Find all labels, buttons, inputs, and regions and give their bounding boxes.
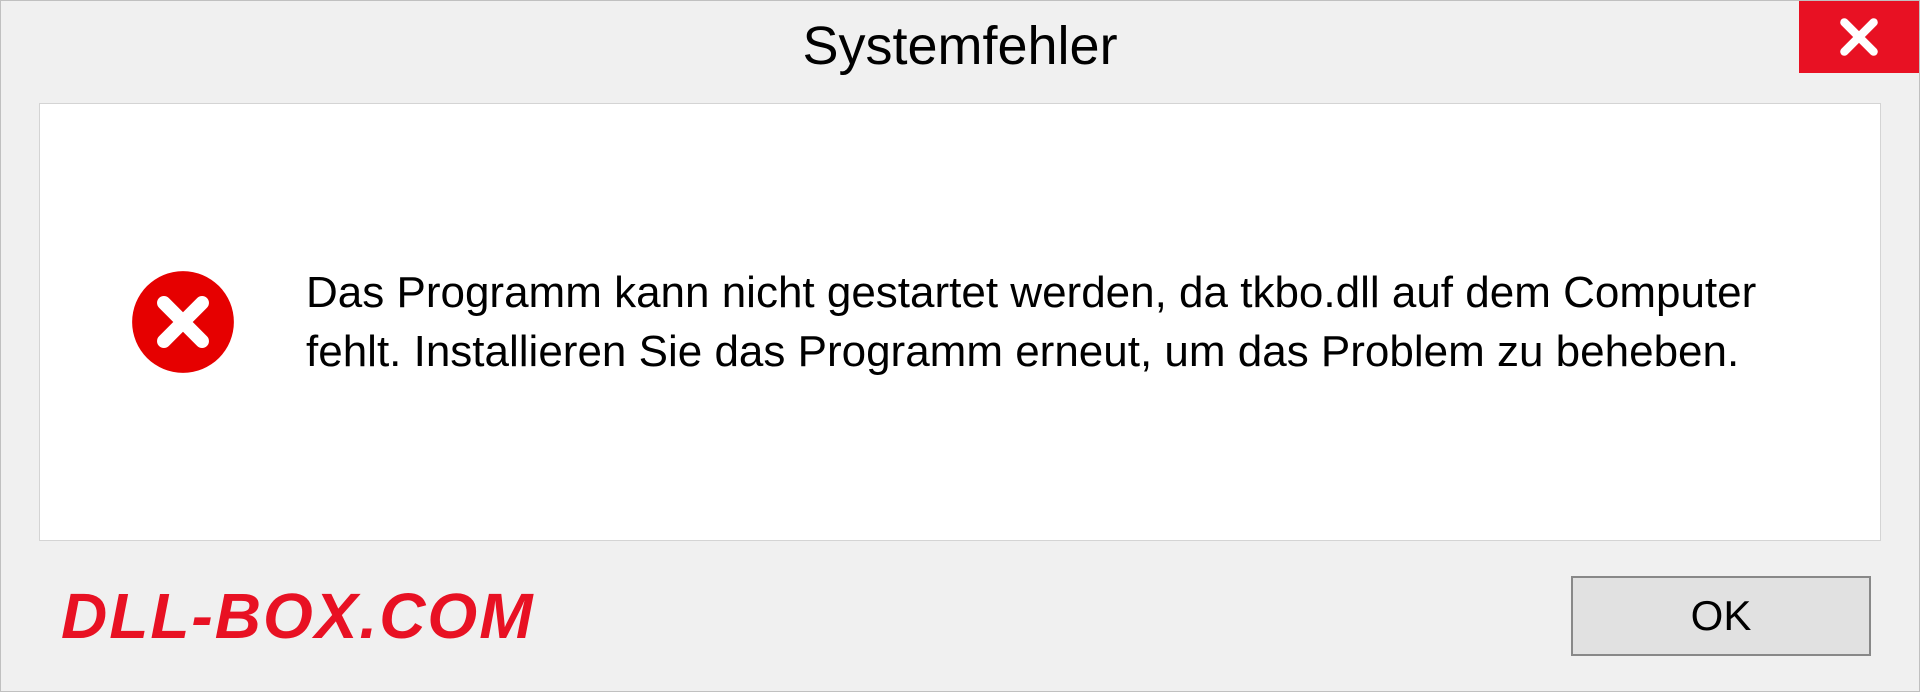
- close-button[interactable]: [1799, 1, 1919, 73]
- watermark-text: DLL-BOX.COM: [61, 579, 535, 653]
- close-icon: [1837, 15, 1881, 59]
- error-message: Das Programm kann nicht gestartet werden…: [306, 263, 1820, 382]
- titlebar: Systemfehler: [1, 1, 1919, 91]
- dialog-footer: DLL-BOX.COM OK: [1, 541, 1919, 691]
- error-dialog: Systemfehler Das Programm kann nicht ges…: [0, 0, 1920, 692]
- error-icon: [130, 269, 236, 375]
- content-area: Das Programm kann nicht gestartet werden…: [39, 103, 1881, 541]
- dialog-title: Systemfehler: [802, 15, 1117, 77]
- ok-button[interactable]: OK: [1571, 576, 1871, 656]
